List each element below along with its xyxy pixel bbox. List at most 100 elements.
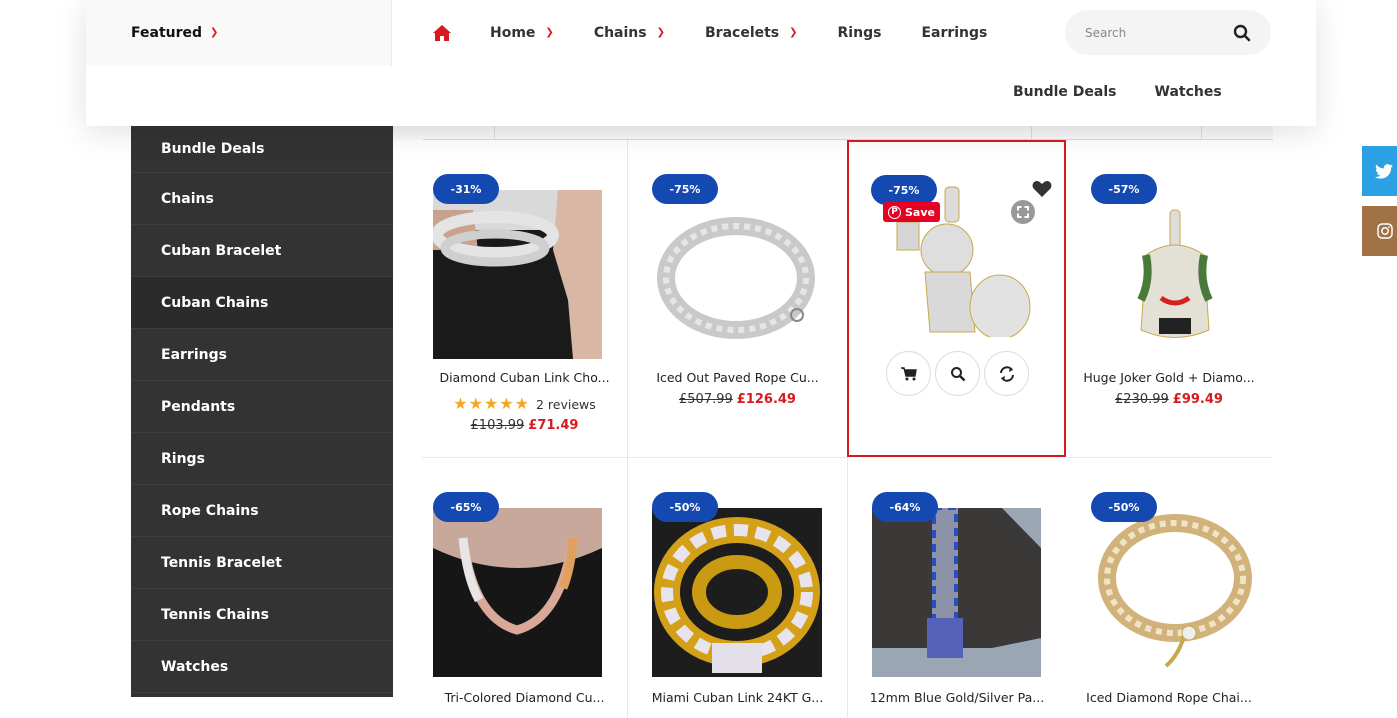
sidebar-item-label: Bundle Deals: [161, 141, 265, 157]
old-price: £230.99: [1115, 392, 1169, 407]
nav-bundle-deals-label: Bundle Deals: [1013, 84, 1117, 100]
product-card[interactable]: -31% Diamond Cuban Link Cho... ★★★★★ 2 re…: [422, 140, 628, 458]
featured-label: Featured: [131, 25, 203, 41]
sale-price: £99.49: [1172, 392, 1223, 407]
compare-button[interactable]: [984, 351, 1029, 396]
sidebar-item-cuban-bracelet[interactable]: Cuban Bracelet: [131, 225, 393, 277]
sidebar-item-label: Earrings: [161, 346, 227, 363]
nav-watches-label: Watches: [1154, 84, 1222, 100]
divider: [494, 126, 495, 140]
wishlist-heart-icon[interactable]: [1032, 180, 1052, 198]
chevron-down-icon: ❯: [210, 26, 219, 38]
discount-badge: -31%: [433, 174, 499, 204]
product-rating: ★★★★★ 2 reviews: [422, 394, 627, 413]
discount-badge: -64%: [872, 492, 938, 522]
search-icon: [950, 366, 965, 381]
sidebar-item-earrings[interactable]: Earrings: [131, 329, 393, 381]
add-to-cart-button[interactable]: [886, 351, 931, 396]
star-rating-icon: ★★★★★: [453, 394, 530, 413]
product-image[interactable]: [872, 508, 1041, 677]
product-card[interactable]: -75% Iced Out Paved Rope Cu... £507.99 £1…: [628, 140, 848, 458]
product-image[interactable]: [1091, 508, 1260, 677]
nav-chains-label: Chains: [593, 25, 647, 41]
home-icon[interactable]: [432, 24, 452, 42]
product-price: £230.99 £99.49: [1066, 392, 1272, 407]
nav-watches[interactable]: Watches: [1155, 84, 1222, 100]
sidebar-item-bundle-deals[interactable]: Bundle Deals: [131, 122, 393, 173]
sidebar-item-label: Watches: [161, 658, 229, 675]
sale-price: £71.49: [528, 418, 579, 433]
product-title[interactable]: Iced Diamond Rope Chai...: [1066, 690, 1272, 705]
sidebar-item-watches[interactable]: Watches: [131, 641, 393, 693]
nav-rings[interactable]: Rings: [838, 25, 882, 41]
product-title[interactable]: Miami Cuban Link 24KT G...: [628, 690, 847, 705]
product-image[interactable]: [433, 190, 602, 359]
product-title[interactable]: 12mm Blue Gold/Silver Pa...: [848, 690, 1066, 705]
product-card[interactable]: -75% P Save: [847, 140, 1066, 457]
quick-view-button[interactable]: [935, 351, 980, 396]
sidebar-item-label: Pendants: [161, 398, 236, 415]
sidebar-item-label: Cuban Bracelet: [161, 242, 282, 259]
category-sidebar: Bundle Deals Chains Cuban Bracelet Cuban…: [131, 122, 393, 697]
sidebar-item-cuban-chains[interactable]: Cuban Chains: [131, 277, 393, 329]
product-card[interactable]: -57% Huge Joker Gold + Diamo... £230.99 £…: [1066, 140, 1272, 458]
sidebar-item-chains[interactable]: Chains: [131, 173, 393, 225]
nav-chains[interactable]: Chains ❯: [594, 25, 665, 41]
nav-bracelets-label: Bracelets: [705, 25, 780, 41]
discount-badge: -65%: [433, 492, 499, 522]
discount-badge: -75%: [871, 175, 937, 205]
secondary-nav: Bundle Deals Watches: [1013, 72, 1260, 112]
review-count[interactable]: 2 reviews: [536, 397, 596, 412]
chevron-down-icon: ❯: [789, 26, 798, 38]
nav-earrings-label: Earrings: [921, 25, 988, 41]
pinterest-save-button[interactable]: P Save: [883, 202, 940, 222]
product-title[interactable]: Iced Out Paved Rope Cu...: [628, 370, 847, 385]
search-icon[interactable]: [1233, 24, 1251, 42]
sidebar-item-label: Chains: [161, 190, 214, 207]
nav-home-label: Home: [490, 25, 536, 41]
old-price: £507.99: [679, 392, 733, 407]
product-title[interactable]: Huge Joker Gold + Diamo...: [1066, 370, 1272, 385]
compare-icon: [999, 365, 1014, 382]
product-image[interactable]: [1091, 190, 1260, 359]
twitter-button[interactable]: [1362, 146, 1397, 196]
product-title[interactable]: Tri-Colored Diamond Cu...: [422, 690, 627, 705]
product-card[interactable]: -50% Miami Cuban Link 24KT G...: [628, 458, 848, 718]
sidebar-item-tennis-bracelet[interactable]: Tennis Bracelet: [131, 537, 393, 589]
search-input[interactable]: [1085, 25, 1225, 40]
divider: [1201, 126, 1202, 140]
sidebar-item-label: Rings: [161, 450, 205, 467]
product-image[interactable]: [652, 190, 821, 359]
product-card[interactable]: -50% Iced Diamond Rope Chai...: [1066, 458, 1272, 718]
product-image[interactable]: [433, 508, 602, 677]
product-image[interactable]: [652, 508, 822, 677]
discount-badge: -75%: [652, 174, 718, 204]
instagram-icon: [1377, 223, 1393, 239]
featured-dropdown[interactable]: Featured ❯: [86, 0, 392, 66]
nav-earrings[interactable]: Earrings: [921, 25, 987, 41]
product-actions: [886, 351, 1029, 396]
discount-badge: -50%: [652, 492, 718, 522]
sidebar-item-tennis-chains[interactable]: Tennis Chains: [131, 589, 393, 641]
nav-rings-label: Rings: [837, 25, 882, 41]
chevron-down-icon: ❯: [656, 26, 665, 38]
nav-bracelets[interactable]: Bracelets ❯: [705, 25, 798, 41]
cart-icon: [900, 366, 917, 380]
nav-home[interactable]: Home ❯: [490, 25, 554, 41]
sidebar-item-rope-chains[interactable]: Rope Chains: [131, 485, 393, 537]
product-card[interactable]: -64% 12mm Blue Gold/Silver Pa...: [848, 458, 1067, 718]
product-price: £103.99 £71.49: [422, 418, 627, 433]
old-price: £103.99: [470, 418, 525, 433]
pinterest-icon: P: [888, 205, 901, 219]
sidebar-item-rings[interactable]: Rings: [131, 433, 393, 485]
nav-bundle-deals[interactable]: Bundle Deals: [1013, 84, 1117, 100]
sidebar-item-pendants[interactable]: Pendants: [131, 381, 393, 433]
sidebar-item-label: Tennis Chains: [161, 606, 269, 623]
expand-icon[interactable]: [1011, 200, 1035, 224]
product-price: £507.99 £126.49: [628, 392, 847, 407]
product-card[interactable]: -65% Tri-Colored Diamond Cu...: [422, 458, 628, 718]
instagram-button[interactable]: [1362, 206, 1397, 256]
product-title[interactable]: Diamond Cuban Link Cho...: [422, 370, 627, 385]
twitter-icon: [1375, 163, 1393, 179]
discount-badge: -57%: [1091, 174, 1157, 204]
